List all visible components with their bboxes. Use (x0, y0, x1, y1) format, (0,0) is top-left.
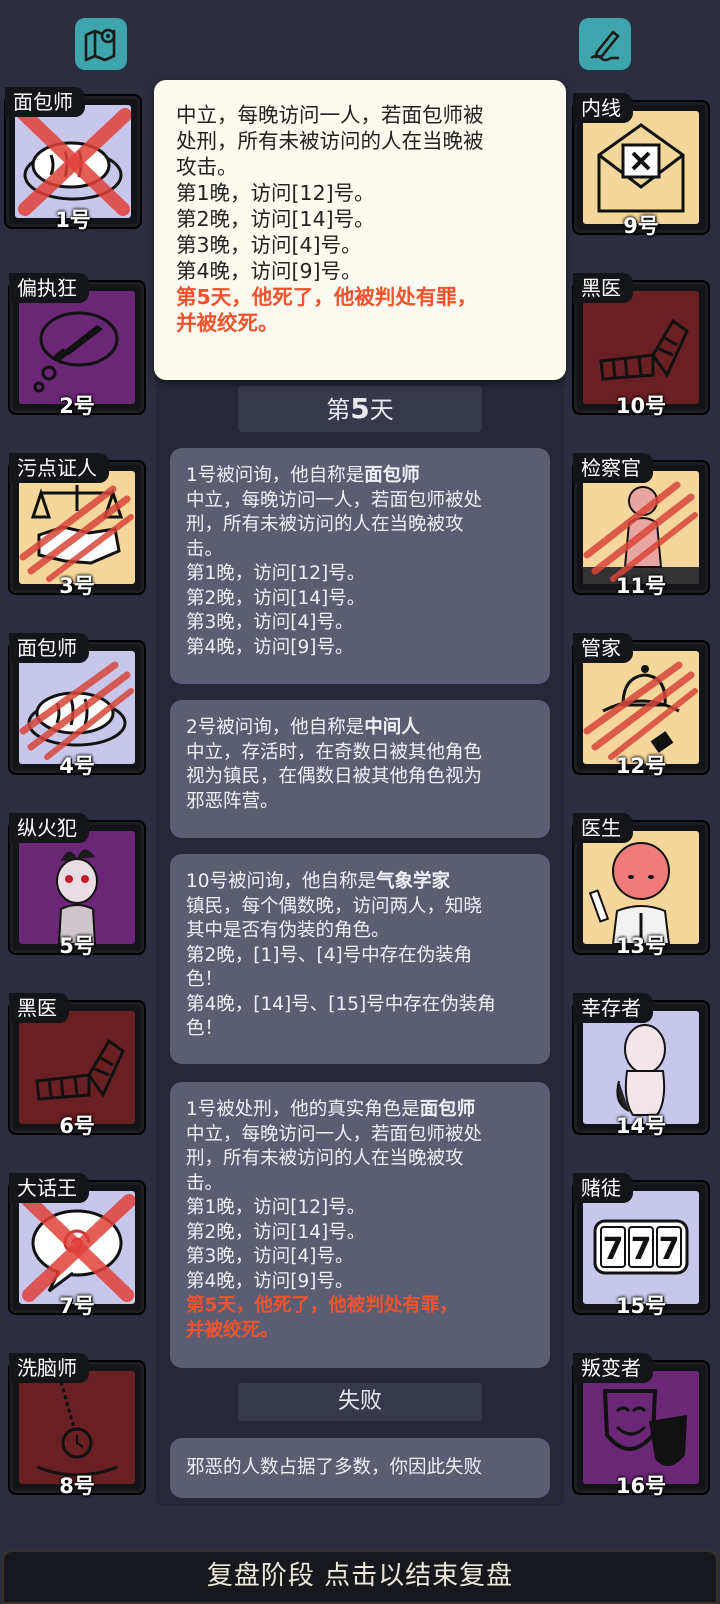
player-card-4[interactable]: 面包师 4号 (9, 633, 144, 778)
svg-text:7: 7 (603, 1232, 624, 1267)
claw-mark (583, 481, 698, 582)
player-number: 1号 (55, 208, 91, 232)
player-card-13[interactable]: 医生 13号 (573, 813, 708, 958)
player-card-2[interactable]: 偏执狂 2号 (9, 273, 144, 418)
role-info-tooltip: 中立，每晚访问一人，若面包师被 处刑，所有未被访问的人在当晚被 攻击。 第1晚，… (154, 80, 566, 380)
player-card-15[interactable]: 7 7 7 赌徒 15号 (573, 1173, 708, 1318)
player-role-name: 面包师 (9, 633, 89, 663)
player-card-10[interactable]: 黑医 10号 (573, 273, 708, 418)
player-number: 15号 (615, 1294, 667, 1318)
notes-button[interactable] (579, 18, 631, 70)
end-review-button[interactable]: 复盘阶段 点击以结束复盘 (2, 1550, 718, 1604)
result-text: 邪恶的人数占据了多数，你因此失败 (170, 1438, 550, 1498)
survivor-character-icon (616, 1024, 666, 1116)
player-card-9[interactable]: 内线 9号 (573, 93, 708, 238)
player-role-name: 赌徒 (573, 1173, 633, 1203)
player-number: 14号 (615, 1114, 667, 1138)
player-number: 5号 (59, 934, 95, 958)
player-number: 3号 (59, 574, 95, 598)
player-role-name: 洗脑师 (9, 1353, 89, 1383)
player-role-name: 黑医 (573, 273, 633, 303)
player-role-name: 幸存者 (573, 993, 653, 1023)
player-number: 11号 (615, 574, 667, 598)
pen-note-icon (590, 30, 620, 62)
slot-machine-777-icon: 7 7 7 (593, 1219, 689, 1275)
player-number: 16号 (615, 1474, 667, 1498)
player-role-name: 大话王 (9, 1173, 89, 1203)
player-number: 10号 (615, 394, 667, 418)
player-card-16[interactable]: 叛变者 16号 (573, 1353, 708, 1498)
bandaged-arm-icon (35, 1038, 125, 1101)
eliminated-x-mark (16, 106, 131, 216)
log-entry-interrogation-1: 1号被问询，他自称是面包师 中立，每晚访问一人，若面包师被处 刑，所有未被访问的… (170, 448, 550, 684)
player-number: 8号 (59, 1474, 95, 1498)
log-entry-interrogation-2: 2号被问询，他自称是中间人 中立，存活时，在奇数日被其他角色 视为镇民，在偶数日… (170, 700, 550, 838)
arsonist-character-icon (56, 849, 98, 944)
svg-text:7: 7 (659, 1232, 680, 1267)
eliminated-x-mark (20, 1192, 135, 1302)
player-role-name: 医生 (573, 813, 633, 843)
svg-text:7: 7 (631, 1232, 652, 1267)
player-number: 13号 (615, 934, 667, 958)
player-number: 2号 (59, 394, 95, 418)
claw-mark (583, 661, 698, 760)
day-header: 第5天 (238, 386, 482, 432)
player-role-name: 叛变者 (573, 1353, 653, 1383)
player-card-3[interactable]: 污点证人 3号 (9, 453, 144, 598)
player-card-8[interactable]: 洗脑师 8号 (9, 1353, 144, 1498)
map-pin-icon (84, 28, 116, 62)
bandaged-arm-icon (599, 318, 689, 381)
player-role-name: 黑医 (9, 993, 69, 1023)
map-button[interactable] (75, 18, 127, 70)
pendulum-watch-icon (36, 1374, 118, 1477)
player-number: 7号 (59, 1294, 95, 1318)
player-card-5[interactable]: 纵火犯 5号 (9, 813, 144, 958)
player-card-1[interactable]: 面包师 1号 (5, 87, 140, 232)
player-card-11[interactable]: 检察官 11号 (573, 453, 708, 598)
envelope-x-icon (597, 123, 685, 213)
claw-mark (19, 485, 134, 582)
player-role-name: 偏执狂 (9, 273, 89, 303)
player-card-7[interactable]: 大话王 7号 (9, 1173, 144, 1318)
result-header: 失败 (238, 1383, 482, 1421)
player-role-name: 纵火犯 (9, 813, 89, 843)
knife-thought-icon (33, 311, 119, 393)
claw-mark (19, 661, 134, 760)
player-card-6[interactable]: 黑医 6号 (9, 993, 144, 1138)
player-card-12[interactable]: 管家 12号 (573, 633, 708, 778)
theater-masks-icon (602, 1389, 687, 1467)
player-number: 6号 (59, 1114, 95, 1138)
player-role-name: 管家 (573, 633, 633, 663)
log-entry-interrogation-10: 10号被问询，他自称是气象学家 镇民，每个偶数晚，访问两人，知晓 其中是否有伪装… (170, 854, 550, 1064)
player-role-name: 面包师 (5, 87, 85, 117)
player-number: 9号 (623, 214, 659, 238)
player-role-name: 内线 (573, 93, 633, 123)
player-number: 4号 (59, 754, 95, 778)
player-number: 12号 (615, 754, 667, 778)
doctor-character-icon (588, 842, 671, 944)
player-role-name: 检察官 (573, 453, 653, 483)
player-card-14[interactable]: 幸存者 14号 (573, 993, 708, 1138)
log-entry-execution: 1号被处刑，他的真实角色是面包师 中立，每晚访问一人，若面包师被处 刑，所有未被… (170, 1082, 550, 1368)
player-role-name: 污点证人 (9, 453, 109, 483)
